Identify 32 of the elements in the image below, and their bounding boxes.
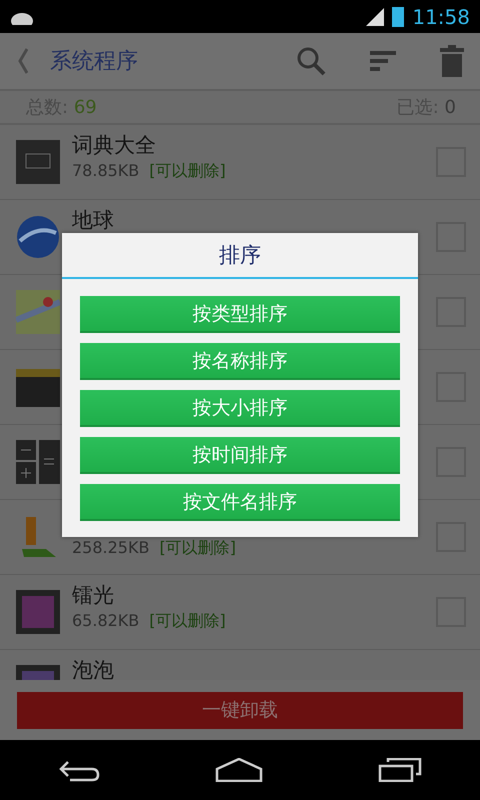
deletable-tag: [可以删除] [149,611,226,632]
clock-time: 11:58 [412,4,470,28]
signal-icon [366,8,384,26]
keyboard-app-icon [16,140,60,184]
deletable-tag: [可以删除] [149,161,226,182]
trash-button[interactable] [440,45,464,77]
app-size: 258.25KB [72,538,150,559]
screen-title: 系统程序 [50,48,139,76]
back-icon[interactable] [58,758,100,782]
app-name: 词典大全 [72,132,157,159]
globe-icon [16,215,60,259]
app-name: 泡泡 [72,657,115,680]
sort-option-button[interactable]: 按名称排序 [80,343,400,380]
dialog-title: 排序 [62,233,418,279]
home-icon[interactable] [214,758,263,782]
app-size: 65.82KB [72,611,140,632]
sort-option-button[interactable]: 按类型排序 [80,296,400,333]
sort-option-button[interactable]: 按文件名排序 [80,484,400,521]
battery-icon [392,6,404,26]
app-size: 78.85KB [72,161,140,182]
picture-frame-icon [16,590,60,634]
map-icon [16,290,60,334]
uninstall-button[interactable]: 一键卸载 [17,692,463,728]
app-name: 地球 [72,207,115,234]
app-name: 镭光 [72,582,115,609]
search-button[interactable] [296,46,326,76]
sort-option-button[interactable]: 按时间排序 [80,437,400,474]
recent-apps-icon[interactable] [378,758,422,782]
calculator-icon [16,440,60,484]
deletable-tag: [可以删除] [159,538,236,559]
sort-button[interactable] [370,50,396,72]
sort-option-button[interactable]: 按大小排序 [80,390,400,427]
